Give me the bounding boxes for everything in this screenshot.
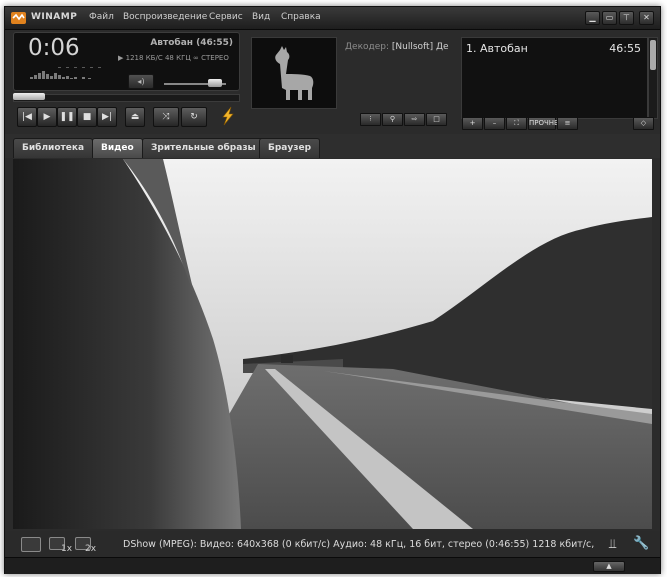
- next-button[interactable]: ▶|: [97, 107, 117, 127]
- tab-browser[interactable]: Браузер: [259, 138, 321, 158]
- video-frame[interactable]: [13, 159, 652, 529]
- play-button[interactable]: ▶: [37, 107, 57, 127]
- menu-tools[interactable]: Сервис: [209, 12, 243, 22]
- stop-icon: ■: [82, 112, 92, 122]
- eject-icon: ⏏: [130, 112, 140, 122]
- tab-video[interactable]: Видео: [92, 138, 143, 158]
- window-icon: □: [433, 115, 440, 123]
- status-text: DShow (MPEG): Видео: 640x368 (0 кбит/с) …: [123, 539, 595, 550]
- title-bar[interactable]: WINAMP Файл Воспроизведение Сервис Вид С…: [5, 7, 660, 30]
- play-icon: ▶: [43, 112, 51, 122]
- playlist-item-duration: 46:55: [609, 42, 641, 55]
- stream-info: ▶ 1218 КБ/С 48 КГЦ ∞ СТЕРЕО: [118, 54, 229, 62]
- menu-view[interactable]: Вид: [252, 12, 270, 22]
- search-icon: ⚲: [389, 115, 396, 123]
- send-icon: ⇨: [411, 115, 418, 123]
- next-icon: ▶|: [102, 112, 112, 122]
- wrench-icon[interactable]: 🔧: [633, 536, 649, 551]
- status-bar: 1x 2x DShow (MPEG): Видео: 640x368 (0 кб…: [5, 531, 660, 557]
- menu-file[interactable]: Файл: [89, 12, 114, 22]
- fullscreen-icon[interactable]: [21, 537, 41, 552]
- pin-icon[interactable]: ⫫: [609, 537, 616, 552]
- playlist-misc-button[interactable]: ПРОЧНЕЕ: [528, 117, 563, 130]
- playlist-scrollbar[interactable]: [648, 37, 658, 119]
- player-panel: 0:06 Автобан (46:55) ▶ 1218 КБ/С 48 КГЦ …: [13, 32, 245, 133]
- tab-visualization[interactable]: Зрительные образы: [142, 138, 265, 158]
- tab-library[interactable]: Библиотека: [13, 138, 94, 158]
- speaker-icon: ◂): [137, 77, 145, 86]
- dots-icon: ⁝: [369, 115, 372, 123]
- pause-button[interactable]: ❚❚: [57, 107, 77, 127]
- elapsed-time[interactable]: 0:06: [28, 35, 80, 61]
- album-art[interactable]: [251, 37, 337, 109]
- shuffle-button[interactable]: ⤨: [153, 107, 179, 127]
- art-window-button[interactable]: □: [426, 113, 447, 126]
- collapse-button[interactable]: ▲: [593, 561, 625, 572]
- decoder-info: Декодер: [Nullsoft] Де: [345, 42, 451, 52]
- eject-button[interactable]: ⏏: [125, 107, 145, 127]
- playlist-list-button[interactable]: ≡: [557, 117, 578, 130]
- samplerate: 48: [164, 54, 174, 62]
- player-display: 0:06 Автобан (46:55) ▶ 1218 КБ/С 48 КГЦ …: [13, 32, 240, 91]
- llama-icon: [275, 46, 314, 100]
- samplerate-unit: КГЦ: [176, 54, 191, 62]
- restore-button[interactable]: ▭: [602, 11, 617, 25]
- art-send-button[interactable]: ⇨: [404, 113, 425, 126]
- stereo-icon: ∞: [193, 54, 199, 62]
- bitrate: 1218: [125, 54, 144, 62]
- volume-knob[interactable]: [208, 79, 222, 87]
- previous-icon: |◀: [22, 112, 32, 122]
- seek-bar[interactable]: [13, 94, 240, 102]
- zoom-2x-label[interactable]: 2x: [85, 544, 96, 554]
- play-indicator-icon: ▶: [118, 54, 124, 62]
- winamp-window: WINAMP Файл Воспроизведение Сервис Вид С…: [4, 6, 661, 574]
- spectrum-visualizer[interactable]: [28, 63, 108, 83]
- close-button[interactable]: ✕: [639, 11, 654, 25]
- repeat-button[interactable]: ↻: [181, 107, 207, 127]
- footer-bar: ▲: [5, 557, 660, 574]
- seek-knob[interactable]: [13, 93, 45, 100]
- decoder-value: [Nullsoft] Де: [391, 42, 449, 52]
- shade-button[interactable]: ⊤: [619, 11, 634, 25]
- playlist-select-button[interactable]: ⛶: [506, 117, 527, 130]
- playlist-remove-button[interactable]: –: [484, 117, 505, 130]
- tab-bar: Библиотека Видео Зрительные образы Брауз…: [5, 134, 660, 158]
- app-title: WINAMP: [31, 12, 78, 22]
- bitrate-unit: КБ/С: [145, 54, 163, 62]
- zoom-1x-label[interactable]: 1x: [61, 544, 72, 554]
- stop-button[interactable]: ■: [77, 107, 97, 127]
- art-search-button[interactable]: ⚲: [382, 113, 403, 126]
- menu-playback[interactable]: Воспроизведение: [123, 12, 207, 22]
- playlist-add-button[interactable]: +: [462, 117, 483, 130]
- minimize-button[interactable]: ▁: [585, 11, 600, 25]
- winamp-logo-icon: [11, 12, 26, 24]
- playlist-scroll-thumb[interactable]: [650, 40, 656, 70]
- channels: СТЕРЕО: [201, 54, 229, 62]
- video-image: [13, 159, 652, 529]
- mute-button[interactable]: ◂): [128, 74, 154, 89]
- shuffle-icon: ⤨: [162, 112, 170, 122]
- previous-button[interactable]: |◀: [17, 107, 37, 127]
- art-menu-button[interactable]: ⁝: [360, 113, 381, 126]
- repeat-icon: ↻: [190, 112, 198, 122]
- menu-help[interactable]: Справка: [281, 12, 321, 22]
- track-title: Автобан (46:55): [150, 38, 233, 48]
- pause-icon: ❚❚: [59, 112, 75, 122]
- playlist-options-button[interactable]: ◇: [633, 117, 654, 130]
- playlist[interactable]: 1. Автобан 46:55: [461, 37, 648, 119]
- lightning-bolt-icon[interactable]: [218, 106, 238, 126]
- decoder-label: Декодер:: [345, 42, 390, 52]
- playlist-item-name[interactable]: 1. Автобан: [466, 42, 528, 55]
